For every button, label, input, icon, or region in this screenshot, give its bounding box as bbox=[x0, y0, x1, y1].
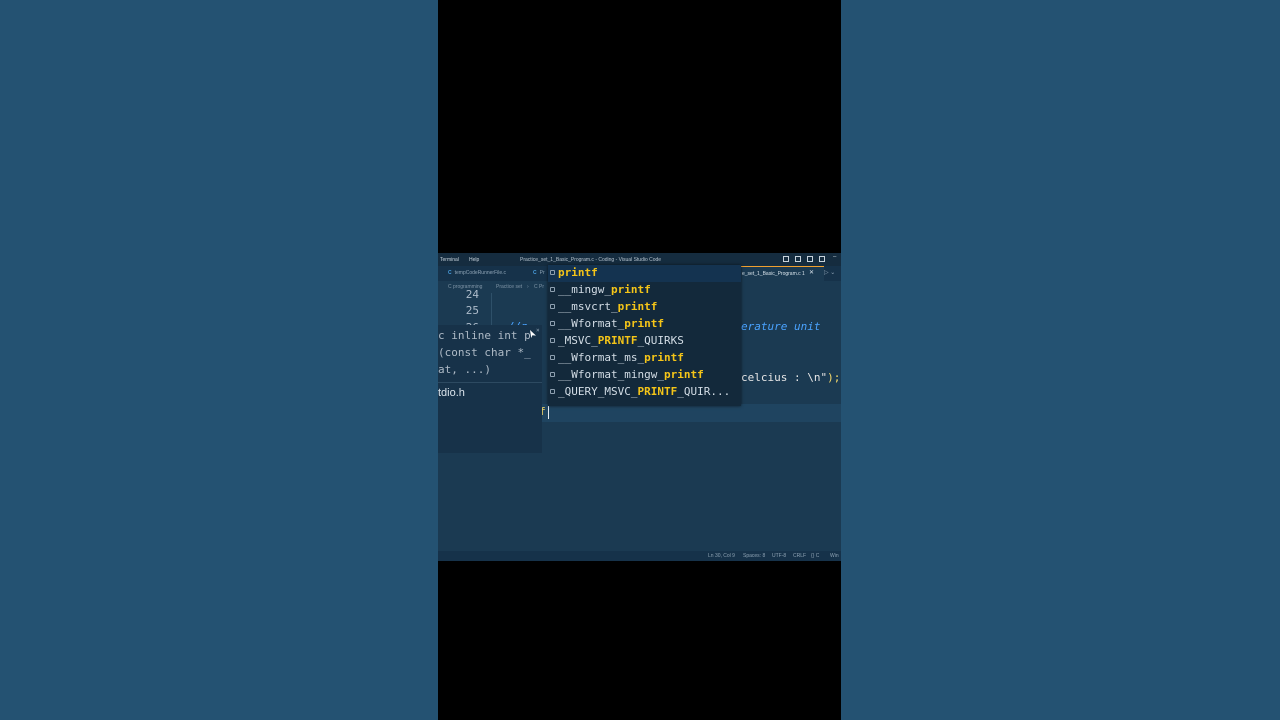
toggle-secondary-sidebar-icon[interactable] bbox=[807, 256, 813, 262]
macro-icon bbox=[550, 372, 555, 377]
toggle-sidebar-icon[interactable] bbox=[783, 256, 789, 262]
video-letterbox-bottom bbox=[438, 561, 841, 720]
hover-tooltip: c inline int p (const char *_ at, ...) t… bbox=[438, 325, 542, 453]
hover-divider bbox=[438, 382, 542, 383]
suggestion-item[interactable]: __Wformat_mingw_printf bbox=[548, 367, 741, 384]
vscode-window: Terminal Help Practice_set_1_Basic_Progr… bbox=[438, 253, 841, 561]
status-language[interactable]: {} C bbox=[811, 553, 819, 559]
hover-signature-line: (const char *_ bbox=[438, 346, 531, 359]
suggestion-item[interactable]: __Wformat_ms_printf bbox=[548, 350, 741, 367]
tab-tempcoderunnerfile[interactable]: CtempCodeRunnerFile.c bbox=[444, 266, 510, 281]
status-bar: Ln 30, Col 9 Spaces: 8 UTF-8 CRLF {} C W… bbox=[438, 551, 841, 561]
run-icon[interactable]: ▷ ⌄ bbox=[824, 266, 835, 281]
status-indentation[interactable]: Spaces: 8 bbox=[743, 553, 765, 559]
c-file-icon: C bbox=[448, 270, 452, 276]
breadcrumb-file[interactable]: C Pr bbox=[534, 284, 544, 290]
toggle-panel-icon[interactable] bbox=[795, 256, 801, 262]
suggestion-widget: printf __mingw_printf __msvcrt_printf __… bbox=[548, 265, 741, 406]
suggestion-item[interactable]: __msvcrt_printf bbox=[548, 299, 741, 316]
blurred-background-left bbox=[0, 0, 438, 720]
status-encoding[interactable]: UTF-8 bbox=[772, 553, 786, 559]
macro-icon bbox=[550, 389, 555, 394]
function-icon bbox=[550, 270, 555, 275]
macro-icon bbox=[550, 321, 555, 326]
function-icon bbox=[550, 287, 555, 292]
chevron-right-icon: › bbox=[527, 284, 529, 290]
hover-header-file[interactable]: tdio.h bbox=[438, 387, 465, 399]
hover-signature-line: at, ...) bbox=[438, 363, 491, 376]
customize-layout-icon[interactable] bbox=[819, 256, 825, 262]
minimize-icon[interactable]: – bbox=[833, 254, 836, 260]
macro-icon bbox=[550, 355, 555, 360]
status-cursor-position[interactable]: Ln 30, Col 9 bbox=[708, 553, 735, 559]
breadcrumb-subfolder[interactable]: Practice set bbox=[496, 284, 522, 290]
suggestion-item[interactable]: __mingw_printf bbox=[548, 282, 741, 299]
line-number: 25 bbox=[465, 304, 479, 317]
video-letterbox-top bbox=[438, 0, 841, 253]
window-title: Practice_set_1_Basic_Program.c - Coding … bbox=[520, 257, 662, 263]
macro-icon bbox=[550, 338, 555, 343]
status-platform[interactable]: Win bbox=[830, 553, 839, 559]
menu-help[interactable]: Help bbox=[469, 257, 479, 263]
menu-terminal[interactable]: Terminal bbox=[440, 257, 459, 263]
c-file-icon: C bbox=[533, 270, 537, 276]
suggestion-item[interactable]: _QUERY_MSVC_PRINTF_QUIR... bbox=[548, 384, 741, 401]
hover-signature-line: c inline int p bbox=[438, 329, 531, 342]
blurred-background-right bbox=[841, 0, 1280, 720]
code-printf-args: celcius : \n"); bbox=[741, 371, 841, 384]
tab-practice-set-partial[interactable]: C Pr bbox=[529, 266, 549, 281]
code-comment-tail: erature unit bbox=[741, 320, 821, 333]
suggestion-item[interactable]: printf bbox=[548, 265, 741, 282]
function-icon bbox=[550, 304, 555, 309]
line-number: 24 bbox=[465, 288, 479, 301]
close-tab-icon[interactable]: ✕ bbox=[809, 266, 814, 281]
text-cursor bbox=[548, 406, 549, 419]
suggestion-item[interactable]: __Wformat_printf bbox=[548, 316, 741, 333]
suggestion-item[interactable]: _MSVC_PRINTF_QUIRKS bbox=[548, 333, 741, 350]
close-icon[interactable]: × bbox=[536, 327, 540, 334]
status-eol[interactable]: CRLF bbox=[793, 553, 806, 559]
